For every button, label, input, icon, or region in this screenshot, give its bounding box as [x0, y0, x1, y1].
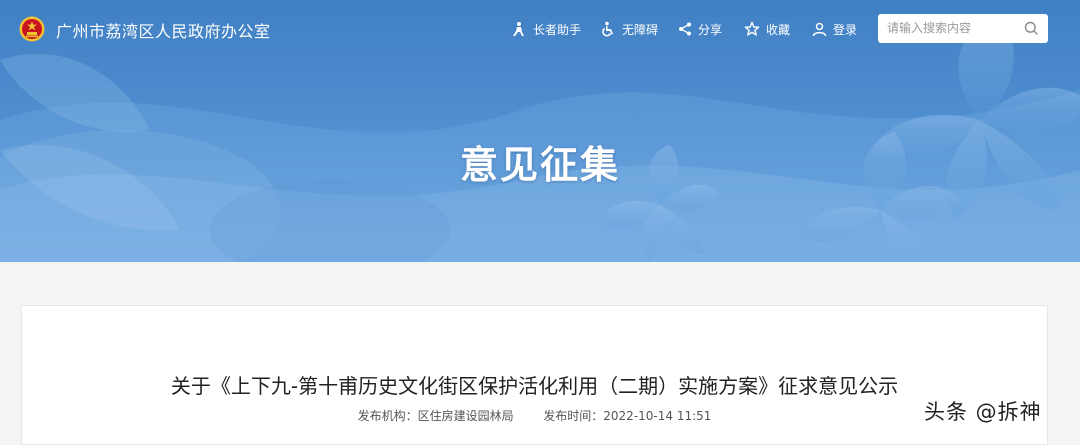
nav-share[interactable]: 分享: [678, 19, 722, 39]
nav-login-label: 登录: [833, 22, 858, 37]
site-title[interactable]: 广州市荔湾区人民政府办公室: [56, 18, 271, 42]
search-box: [878, 14, 1048, 43]
nav-favorite[interactable]: 收藏: [744, 19, 790, 39]
publisher-value: 区住房建设园林局: [417, 409, 514, 423]
top-navigation-bar: 广州市荔湾区人民政府办公室 长者助手 无障碍 分享 收藏 登录 请输入搜索内容: [0, 0, 1080, 56]
hero-banner: 广州市荔湾区人民政府办公室 长者助手 无障碍 分享 收藏 登录 请输入搜索内容 …: [0, 0, 1080, 262]
publish-time-label: 发布时间：: [543, 409, 604, 423]
nav-elderly-assistant-label: 长者助手: [533, 22, 582, 37]
publish-time-value: 2022-10-14 11:51: [603, 409, 712, 423]
nav-elderly-assistant[interactable]: 长者助手: [511, 19, 581, 39]
publisher-label: 发布机构：: [357, 409, 418, 423]
elderly-icon: [513, 22, 524, 36]
nav-accessibility-label: 无障碍: [622, 22, 659, 37]
page-heading: 意见征集: [459, 143, 620, 187]
nav-share-label: 分享: [698, 22, 723, 37]
article-card: 关于《上下九-第十甫历史文化街区保护活化利用（二期）实施方案》征求意见公示 发布…: [21, 305, 1048, 445]
search-icon[interactable]: [1024, 21, 1039, 36]
wheelchair-icon: [602, 21, 613, 37]
star-icon: [744, 21, 760, 36]
search-input[interactable]: [887, 19, 1017, 37]
article-meta: 发布机构：区住房建设园林局 发布时间：2022-10-14 11:51: [22, 407, 1047, 424]
watermark: 头条 @拆神: [924, 400, 1042, 424]
nav-login[interactable]: 登录: [812, 19, 857, 39]
national-emblem-icon: [19, 16, 45, 42]
article-title: 关于《上下九-第十甫历史文化街区保护活化利用（二期）实施方案》征求意见公示: [170, 374, 899, 398]
nav-accessibility[interactable]: 无障碍: [600, 19, 658, 39]
nav-favorite-label: 收藏: [766, 22, 791, 37]
user-icon: [812, 22, 827, 36]
share-icon: [679, 22, 691, 36]
